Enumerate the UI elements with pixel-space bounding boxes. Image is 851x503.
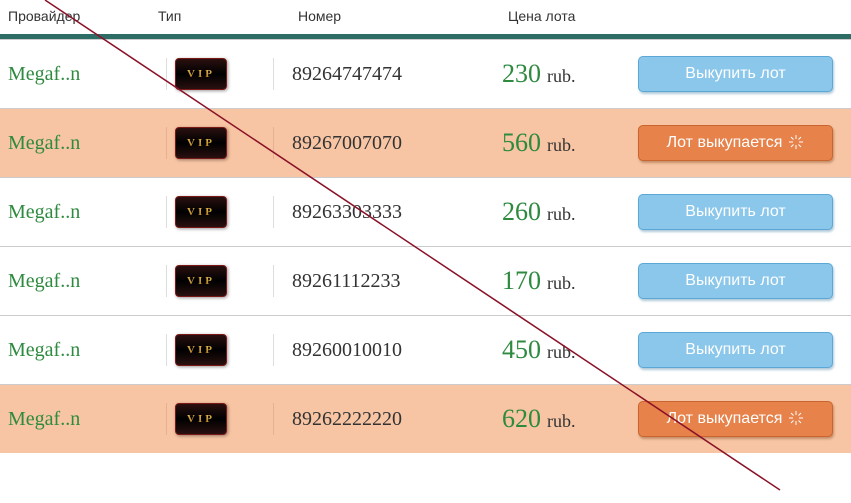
column-separator (273, 334, 274, 366)
lot-price: 620 rub. (502, 404, 632, 434)
vip-label: VIP (187, 413, 215, 425)
provider-name: Megaf..n (8, 132, 80, 155)
buy-lot-button[interactable]: Выкупить лот (638, 56, 833, 92)
vip-label: VIP (187, 206, 215, 218)
table-row: Megaf..n VIP 89260010010450 rub. Выкупить ло… (0, 316, 851, 384)
price-value: 560 (502, 128, 541, 158)
price-value: 450 (502, 335, 541, 365)
price-value: 170 (502, 266, 541, 296)
sparkle-icon (788, 134, 804, 153)
table-row: Megaf..n VIP 89267007070560 rub. Лот выкупае… (0, 109, 851, 177)
button-label: Выкупить лот (685, 65, 785, 83)
column-separator (166, 58, 167, 90)
table-row: Megaf..n VIP 89262222220620 rub. Лот выкупае… (0, 385, 851, 453)
price-currency: rub. (547, 342, 576, 363)
price-currency: rub. (547, 411, 576, 432)
price-value: 230 (502, 59, 541, 89)
phone-number: 89261112233 (282, 270, 502, 293)
sparkle-icon (788, 410, 804, 429)
column-separator (273, 265, 274, 297)
column-separator (273, 403, 274, 435)
table-header: Провайдер Тип Номер Цена лота (0, 0, 851, 34)
column-separator (166, 265, 167, 297)
header-type: Тип (158, 8, 278, 24)
lot-price: 450 rub. (502, 335, 632, 365)
column-separator (166, 196, 167, 228)
provider-name: Megaf..n (8, 408, 80, 431)
vip-badge-icon: VIP (175, 334, 227, 366)
table-row: Megaf..n VIP 89261112233170 rub. Выкупить ло… (0, 247, 851, 315)
column-separator (273, 127, 274, 159)
table-row: Megaf..n VIP 89263303333260 rub. Выкупить ло… (0, 178, 851, 246)
button-label: Выкупить лот (685, 203, 785, 221)
price-currency: rub. (547, 66, 576, 87)
vip-badge-icon: VIP (175, 58, 227, 90)
table-row: Megaf..n VIP 89264747474230 rub. Выкупить ло… (0, 40, 851, 108)
vip-label: VIP (187, 275, 215, 287)
vip-label: VIP (187, 137, 215, 149)
buy-lot-button[interactable]: Выкупить лот (638, 194, 833, 230)
column-separator (273, 196, 274, 228)
lot-price: 260 rub. (502, 197, 632, 227)
header-price: Цена лота (508, 8, 638, 24)
column-separator (166, 334, 167, 366)
button-label: Выкупить лот (685, 341, 785, 359)
price-value: 260 (502, 197, 541, 227)
phone-number: 89260010010 (282, 339, 502, 362)
vip-label: VIP (187, 68, 215, 80)
provider-name: Megaf..n (8, 201, 80, 224)
vip-badge-icon: VIP (175, 265, 227, 297)
lot-price: 560 rub. (502, 128, 632, 158)
lot-price: 170 rub. (502, 266, 632, 296)
lot-processing-button[interactable]: Лот выкупается (638, 401, 833, 437)
provider-name: Megaf..n (8, 339, 80, 362)
price-currency: rub. (547, 135, 576, 156)
column-separator (273, 58, 274, 90)
lot-price: 230 rub. (502, 59, 632, 89)
phone-number: 89264747474 (282, 63, 502, 86)
phone-number: 89263303333 (282, 201, 502, 224)
button-label: Лот выкупается (667, 410, 783, 428)
provider-name: Megaf..n (8, 63, 80, 86)
buy-lot-button[interactable]: Выкупить лот (638, 332, 833, 368)
column-separator (166, 127, 167, 159)
vip-badge-icon: VIP (175, 127, 227, 159)
vip-label: VIP (187, 344, 215, 356)
buy-lot-button[interactable]: Выкупить лот (638, 263, 833, 299)
price-value: 620 (502, 404, 541, 434)
price-currency: rub. (547, 273, 576, 294)
provider-name: Megaf..n (8, 270, 80, 293)
button-label: Лот выкупается (667, 134, 783, 152)
column-separator (166, 403, 167, 435)
phone-number: 89267007070 (282, 132, 502, 155)
header-provider: Провайдер (8, 8, 158, 24)
lot-processing-button[interactable]: Лот выкупается (638, 125, 833, 161)
vip-badge-icon: VIP (175, 403, 227, 435)
header-number: Номер (278, 8, 508, 24)
vip-badge-icon: VIP (175, 196, 227, 228)
price-currency: rub. (547, 204, 576, 225)
phone-number: 89262222220 (282, 408, 502, 431)
button-label: Выкупить лот (685, 272, 785, 290)
